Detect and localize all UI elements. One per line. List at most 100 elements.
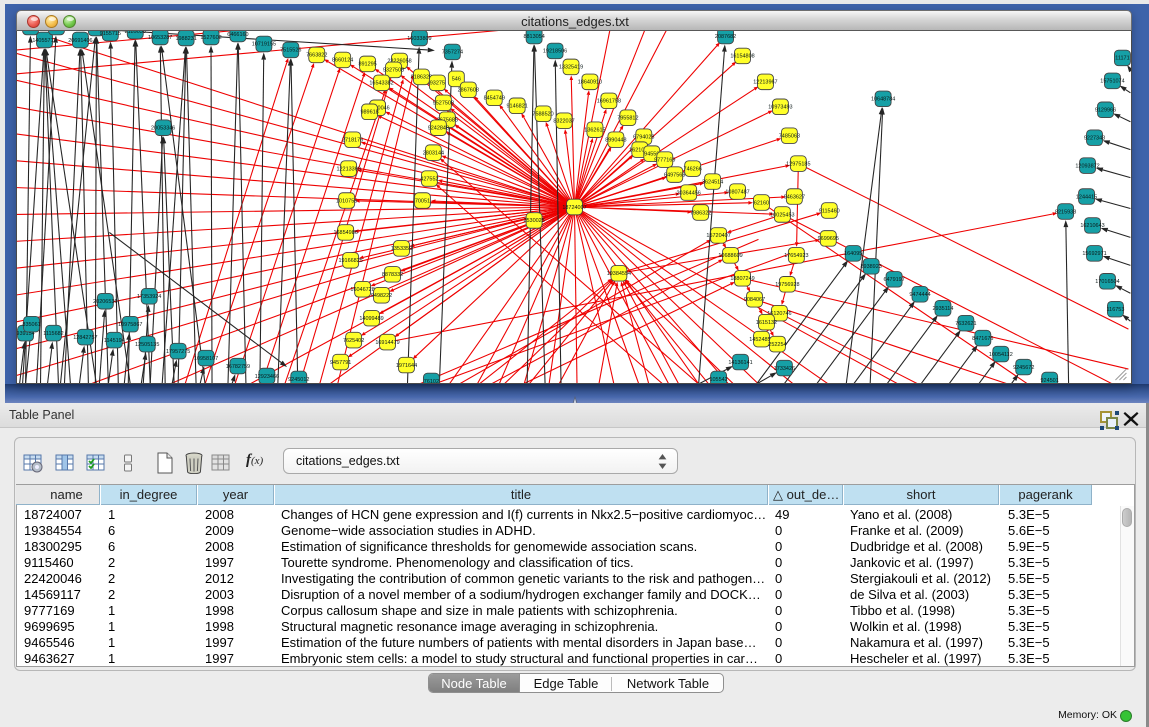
svg-text:6466160: 6466160 xyxy=(227,32,248,38)
svg-text:12093872: 12093872 xyxy=(1075,163,1099,169)
svg-text:1362615: 1362615 xyxy=(584,128,605,134)
svg-text:7632621: 7632621 xyxy=(955,321,976,327)
svg-text:6794028: 6794028 xyxy=(633,134,654,140)
svg-text:76102: 76102 xyxy=(424,379,439,384)
svg-text:2189030: 2189030 xyxy=(125,31,146,35)
svg-text:8813054: 8813054 xyxy=(523,34,544,40)
svg-text:16782759: 16782759 xyxy=(226,364,250,370)
svg-text:835061: 835061 xyxy=(22,322,40,328)
svg-text:10054112: 10054112 xyxy=(989,352,1013,358)
svg-text:2087682: 2087682 xyxy=(715,34,736,40)
svg-text:9084067: 9084067 xyxy=(744,297,765,303)
svg-text:924501: 924501 xyxy=(1041,378,1059,384)
svg-text:13325419: 13325419 xyxy=(559,65,583,71)
svg-text:9146821: 9146821 xyxy=(507,104,528,110)
svg-text:7588520: 7588520 xyxy=(532,112,553,118)
svg-text:12975185: 12975185 xyxy=(786,161,810,167)
svg-text:7485063: 7485063 xyxy=(779,133,800,139)
svg-text:8454749: 8454749 xyxy=(484,96,505,102)
svg-text:19218506: 19218506 xyxy=(543,49,567,55)
svg-text:1615132: 1615132 xyxy=(756,320,777,326)
svg-text:10719155: 10719155 xyxy=(252,42,276,48)
svg-text:7357274: 7357274 xyxy=(442,50,463,56)
svg-text:1988231: 1988231 xyxy=(175,36,196,42)
svg-text:15692971: 15692971 xyxy=(1082,251,1106,257)
svg-text:7515526: 7515526 xyxy=(280,48,301,54)
svg-text:12505135: 12505135 xyxy=(135,342,159,348)
svg-text:16961758: 16961758 xyxy=(597,99,621,105)
svg-text:9327508: 9327508 xyxy=(383,68,404,74)
svg-text:17353924: 17353924 xyxy=(137,294,161,300)
svg-text:7663822: 7663822 xyxy=(306,53,327,59)
svg-text:14099489: 14099489 xyxy=(359,316,383,322)
svg-text:10648784: 10648784 xyxy=(871,97,895,103)
svg-text:19166825: 19166825 xyxy=(338,258,362,264)
svg-text:891295: 891295 xyxy=(358,62,376,68)
svg-text:9242848: 9242848 xyxy=(428,126,449,132)
svg-text:9498222: 9498222 xyxy=(371,293,392,299)
svg-text:7625402: 7625402 xyxy=(343,338,364,344)
svg-text:10653287: 10653287 xyxy=(148,35,172,41)
svg-text:1971644: 1971644 xyxy=(396,363,417,369)
svg-text:62160: 62160 xyxy=(754,200,769,206)
svg-text:10958107: 10958107 xyxy=(194,356,218,362)
svg-text:9245672: 9245672 xyxy=(1013,365,1034,371)
svg-text:9777169: 9777169 xyxy=(654,157,675,163)
svg-text:12213369: 12213369 xyxy=(336,166,360,172)
svg-text:10807487: 10807487 xyxy=(725,189,749,195)
svg-text:8938923: 8938923 xyxy=(861,264,882,270)
svg-text:15720407: 15720407 xyxy=(706,233,730,239)
svg-text:9463627: 9463627 xyxy=(784,194,805,200)
svg-text:9227343: 9227343 xyxy=(1084,135,1105,141)
svg-text:164095: 164095 xyxy=(844,251,862,257)
svg-text:116753: 116753 xyxy=(1107,307,1125,313)
svg-text:93275: 93275 xyxy=(430,81,445,87)
svg-text:17016504: 17016504 xyxy=(1095,279,1119,285)
svg-text:105542: 105542 xyxy=(709,377,727,383)
svg-text:8660124: 8660124 xyxy=(332,58,353,64)
svg-text:2867608: 2867608 xyxy=(458,88,479,94)
svg-text:20206536: 20206536 xyxy=(93,299,117,305)
svg-text:10688609: 10688609 xyxy=(718,253,742,259)
svg-text:1145194: 1145194 xyxy=(104,338,125,344)
svg-text:9699695: 9699695 xyxy=(818,236,839,242)
svg-text:8878332: 8878332 xyxy=(382,272,403,278)
svg-text:9245012: 9245012 xyxy=(288,377,309,383)
svg-text:7955812: 7955812 xyxy=(617,116,638,122)
svg-text:18724007: 18724007 xyxy=(562,205,586,211)
svg-text:3624514: 3624514 xyxy=(702,179,723,185)
svg-text:12213967: 12213967 xyxy=(753,80,777,86)
svg-text:16914479: 16914479 xyxy=(375,340,399,346)
svg-text:2803144: 2803144 xyxy=(423,150,444,156)
svg-text:19384554: 19384554 xyxy=(607,271,631,277)
svg-text:2935114: 2935114 xyxy=(933,306,954,312)
svg-text:17654923: 17654923 xyxy=(784,253,808,259)
svg-text:8471676: 8471676 xyxy=(972,336,993,342)
svg-text:1115682: 1115682 xyxy=(43,331,63,337)
svg-text:546: 546 xyxy=(452,77,461,83)
svg-text:18807249: 18807249 xyxy=(730,276,754,282)
svg-text:18640910: 18640910 xyxy=(578,80,602,86)
svg-text:6479197: 6479197 xyxy=(883,277,904,283)
svg-text:9129966: 9129966 xyxy=(1095,108,1116,114)
svg-text:252254: 252254 xyxy=(768,342,786,348)
svg-text:989618: 989618 xyxy=(360,110,378,116)
svg-text:20691406: 20691406 xyxy=(68,38,92,44)
svg-text:10973493: 10973493 xyxy=(768,105,792,111)
svg-text:16033809: 16033809 xyxy=(407,36,431,42)
svg-text:12842757: 12842757 xyxy=(73,335,97,341)
svg-text:1527602: 1527602 xyxy=(200,35,221,41)
svg-text:8990448: 8990448 xyxy=(605,137,626,143)
svg-text:19756928: 19756928 xyxy=(775,282,799,288)
svg-text:746266: 746266 xyxy=(684,166,702,172)
svg-text:10025453: 10025453 xyxy=(770,212,794,218)
svg-text:16543382: 16543382 xyxy=(369,81,393,87)
svg-text:1010755: 1010755 xyxy=(336,198,357,204)
svg-text:8322037: 8322037 xyxy=(553,119,574,125)
svg-text:6497568: 6497568 xyxy=(664,172,685,178)
svg-text:1733426: 1733426 xyxy=(774,366,795,372)
svg-text:9474444: 9474444 xyxy=(909,292,930,298)
svg-text:1244415: 1244415 xyxy=(1076,194,1097,200)
svg-text:10975867: 10975867 xyxy=(118,322,142,328)
svg-text:9115460: 9115460 xyxy=(819,208,840,214)
